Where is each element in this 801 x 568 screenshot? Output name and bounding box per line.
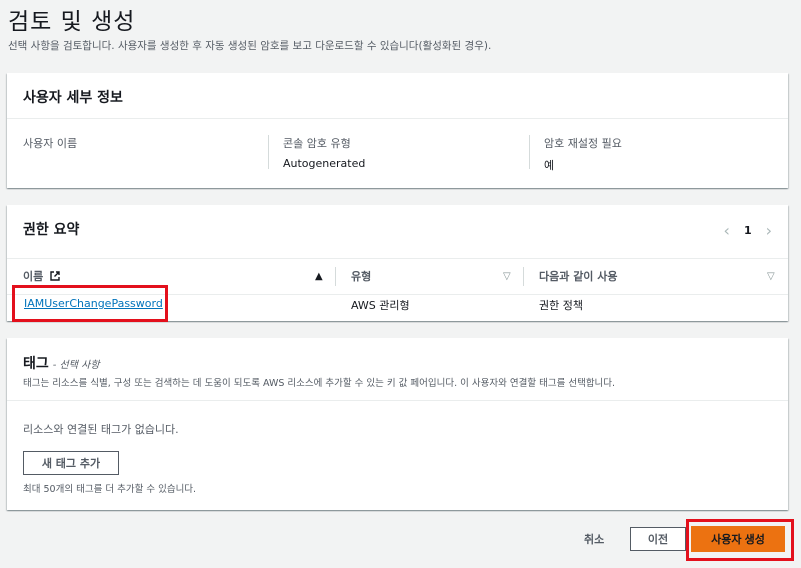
previous-button[interactable]: 이전 [630, 527, 686, 551]
tags-limit-text: 최대 50개의 태그를 더 추가할 수 있습니다. [23, 484, 197, 495]
cancel-button[interactable]: 취소 [584, 531, 604, 547]
highlight-box [12, 285, 168, 322]
field-password-reset: 암호 재설정 필요 예 [529, 135, 784, 172]
add-tag-button[interactable]: 새 태그 추가 [23, 451, 119, 475]
sort-ascending-icon[interactable]: ▲ [315, 259, 323, 294]
tags-header: 태그 - 선택 사항 태그는 리소스를 식별, 구성 또는 검색하는 데 도움이 … [7, 338, 788, 401]
field-password-type-value: Autogenerated [283, 157, 366, 170]
page-number[interactable]: 1 [744, 224, 752, 237]
pagination: ‹ 1 › [724, 221, 772, 240]
column-type[interactable]: 유형 ▽ [351, 259, 511, 294]
column-divider [335, 267, 336, 286]
tags-card: 태그 - 선택 사항 태그는 리소스를 식별, 구성 또는 검색하는 데 도움이 … [7, 338, 788, 510]
page-description: 선택 사항을 검토합니다. 사용자를 생성한 후 자동 생성된 암호를 보고 다… [8, 40, 492, 52]
user-details-card: 사용자 세부 정보 사용자 이름 콘솔 암호 유형 Autogenerated … [7, 73, 788, 188]
column-used-as[interactable]: 다음과 같이 사용 ▽ [539, 259, 779, 294]
policy-type: AWS 관리형 [351, 299, 410, 312]
field-password-reset-label: 암호 재설정 필요 [544, 137, 622, 150]
field-username-label: 사용자 이름 [23, 137, 78, 150]
permissions-title: 권한 요약 [23, 222, 80, 238]
tags-empty-text: 리소스와 연결된 태그가 없습니다. [23, 423, 179, 436]
sort-icon[interactable]: ▽ [503, 259, 511, 294]
sort-icon[interactable]: ▽ [767, 259, 775, 294]
page-title: 검토 및 생성 [8, 9, 136, 35]
column-type-label: 유형 [351, 270, 372, 283]
chevron-left-icon[interactable]: ‹ [724, 221, 730, 240]
highlight-box [686, 519, 794, 561]
field-password-reset-value: 예 [544, 159, 555, 172]
user-details-header: 사용자 세부 정보 [7, 73, 788, 119]
column-used-as-label: 다음과 같이 사용 [539, 270, 618, 283]
field-password-type: 콘솔 암호 유형 Autogenerated [268, 135, 523, 170]
chevron-right-icon[interactable]: › [766, 221, 772, 240]
field-password-type-label: 콘솔 암호 유형 [283, 137, 351, 150]
tags-optional: - 선택 사항 [52, 360, 100, 371]
tags-title: 태그 - 선택 사항 [23, 353, 100, 373]
tags-description: 태그는 리소스를 식별, 구성 또는 검색하는 데 도움이 되도록 AWS 리소… [23, 378, 616, 389]
column-divider [523, 267, 524, 286]
tags-title-text: 태그 [23, 356, 49, 372]
column-name-label: 이름 [23, 270, 44, 283]
user-details-title: 사용자 세부 정보 [23, 90, 123, 106]
policy-used-as: 권한 정책 [539, 299, 583, 312]
field-username: 사용자 이름 [23, 135, 263, 169]
